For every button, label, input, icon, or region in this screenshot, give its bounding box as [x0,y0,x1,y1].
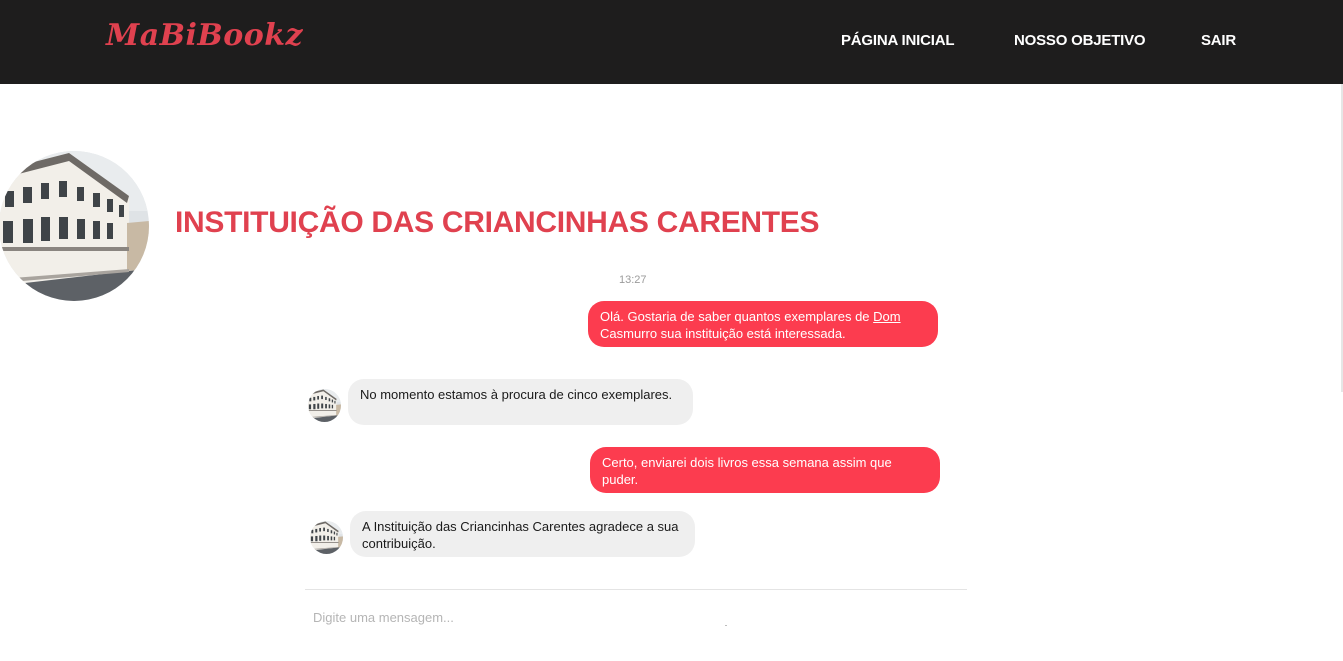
message-sent: Olá. Gostaria de saber quantos exemplare… [588,301,938,347]
message-sent: Certo, enviarei dois livros essa semana … [590,447,940,493]
message-received: No momento estamos à procura de cinco ex… [348,379,693,425]
top-navbar: MaBiBookz PÁGINA INICIAL NOSSO OBJETIVO … [0,0,1343,84]
composer-divider [305,589,967,590]
building-photo [308,389,341,422]
institution-avatar-small [308,389,341,422]
nav-link-logout[interactable]: SAIR [1201,32,1236,49]
message-text: A Instituição das Criancinhas Carentes a… [362,519,679,551]
message-text: Certo, enviarei dois livros essa semana … [602,455,892,487]
institution-avatar [0,151,149,301]
institution-avatar-small [310,521,343,554]
site-logo[interactable]: MaBiBookz [106,18,303,53]
book-link[interactable]: Dom [873,309,900,324]
cursor-mark [725,625,727,626]
building-photo [310,521,343,554]
message-text: Casmurro sua instituição está interessad… [600,326,846,341]
institution-name: INSTITUIÇÃO DAS CRIANCINHAS CARENTES [175,206,820,239]
message-received: A Instituição das Criancinhas Carentes a… [350,511,695,557]
message-text: No momento estamos à procura de cinco ex… [360,387,673,402]
chat-timestamp: 13:27 [619,274,647,286]
building-photo [0,151,149,301]
nav-link-home[interactable]: PÁGINA INICIAL [841,32,955,49]
nav-link-our-goal[interactable]: NOSSO OBJETIVO [1014,32,1146,49]
message-input[interactable] [305,600,967,634]
message-text: Olá. Gostaria de saber quantos exemplare… [600,309,874,324]
